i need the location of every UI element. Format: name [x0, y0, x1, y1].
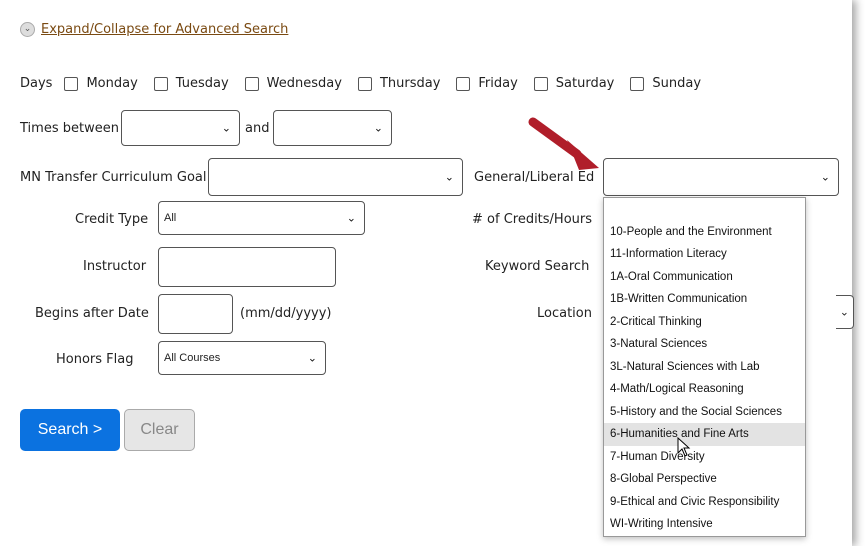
days-label: Days — [20, 76, 53, 91]
saturday-label: Saturday — [555, 76, 615, 91]
day-sunday[interactable]: Sunday — [630, 76, 701, 91]
dropdown-option[interactable]: 2-Critical Thinking — [604, 311, 805, 334]
mouse-cursor-icon — [677, 437, 691, 457]
dropdown-option[interactable]: 3L-Natural Sciences with Lab — [604, 356, 805, 379]
dropdown-option[interactable]: WI-Writing Intensive — [604, 513, 805, 536]
credit-type-label: Credit Type — [75, 212, 149, 227]
monday-checkbox[interactable] — [64, 76, 79, 91]
advanced-search-link[interactable]: Expand/Collapse for Advanced Search — [41, 22, 288, 37]
honors-flag-value: All Courses — [164, 352, 221, 364]
dropdown-option[interactable]: 9-Ethical and Civic Responsibility — [604, 491, 805, 514]
and-label: and — [245, 121, 270, 136]
credits-hours-label: # of Credits/Hours — [472, 212, 593, 227]
chevron-down-icon: ⌄ — [820, 171, 830, 184]
instructor-label: Instructor — [83, 259, 147, 274]
search-button[interactable]: Search > — [20, 409, 120, 451]
credit-type-select[interactable]: All ⌄ — [158, 201, 365, 235]
day-monday[interactable]: Monday — [64, 76, 138, 91]
honors-flag-select[interactable]: All Courses ⌄ — [158, 341, 326, 375]
day-friday[interactable]: Friday — [456, 76, 518, 91]
chevron-down-icon: ⌄ — [307, 352, 317, 365]
dropdown-option-highlighted[interactable]: 6-Humanities and Fine Arts — [604, 423, 805, 446]
tuesday-checkbox[interactable] — [153, 76, 168, 91]
monday-label: Monday — [86, 76, 138, 91]
dropdown-option[interactable]: 4-Math/Logical Reasoning — [604, 378, 805, 401]
time-start-select[interactable]: ⌄ — [121, 110, 240, 146]
friday-label: Friday — [478, 76, 518, 91]
dropdown-option[interactable]: 10-People and the Environment — [604, 221, 805, 244]
day-thursday[interactable]: Thursday — [357, 76, 441, 91]
dropdown-option[interactable]: 1B-Written Communication — [604, 288, 805, 311]
chevron-down-icon: ⌄ — [444, 171, 454, 184]
times-between-label: Times between — [20, 121, 119, 136]
wednesday-checkbox[interactable] — [244, 76, 259, 91]
mn-transfer-label: MN Transfer Curriculum Goal — [20, 170, 207, 185]
thursday-label: Thursday — [379, 76, 441, 91]
dropdown-option[interactable]: 8-Global Perspective — [604, 468, 805, 491]
honors-flag-label: Honors Flag — [56, 352, 134, 367]
day-wednesday[interactable]: Wednesday — [244, 76, 342, 91]
dropdown-option[interactable]: 11-Information Literacy — [604, 243, 805, 266]
dropdown-option[interactable]: 3-Natural Sciences — [604, 333, 805, 356]
gen-lib-ed-dropdown-list: 10-People and the Environment 11-Informa… — [603, 197, 806, 537]
annotation-arrow-icon — [528, 117, 599, 170]
saturday-checkbox[interactable] — [533, 76, 548, 91]
day-saturday[interactable]: Saturday — [533, 76, 615, 91]
dropdown-option[interactable]: 1A-Oral Communication — [604, 266, 805, 289]
chevron-down-icon: ⌄ — [839, 305, 849, 319]
clear-button[interactable]: Clear — [124, 409, 195, 451]
chevron-down-icon[interactable]: ⌄ — [20, 22, 35, 37]
dropdown-option[interactable] — [604, 198, 805, 221]
time-end-select[interactable]: ⌄ — [273, 110, 392, 146]
days-row: Days Monday Tuesday Wednesday Thursday F… — [20, 76, 717, 91]
thursday-checkbox[interactable] — [357, 76, 372, 91]
friday-checkbox[interactable] — [456, 76, 471, 91]
location-label: Location — [537, 306, 592, 321]
sunday-checkbox[interactable] — [630, 76, 645, 91]
credit-type-value: All — [164, 212, 177, 224]
search-form-panel: ⌄ Expand/Collapse for Advanced Search Da… — [0, 0, 854, 546]
tuesday-label: Tuesday — [175, 76, 229, 91]
location-select[interactable]: ⌄ — [836, 295, 854, 329]
date-format-hint: (mm/dd/yyyy) — [240, 306, 332, 321]
instructor-input[interactable] — [158, 247, 336, 287]
keyword-search-label: Keyword Search — [485, 259, 590, 274]
begins-after-label: Begins after Date — [35, 306, 149, 321]
wednesday-label: Wednesday — [266, 76, 342, 91]
dropdown-option[interactable]: 5-History and the Social Sciences — [604, 401, 805, 424]
chevron-down-icon: ⌄ — [221, 122, 231, 135]
dropdown-option[interactable]: 7-Human Diversity — [604, 446, 805, 469]
chevron-down-icon: ⌄ — [346, 212, 356, 225]
chevron-down-icon: ⌄ — [373, 122, 383, 135]
mn-transfer-select[interactable]: ⌄ — [208, 158, 463, 196]
day-tuesday[interactable]: Tuesday — [153, 76, 229, 91]
advanced-search-toggle[interactable]: ⌄ Expand/Collapse for Advanced Search — [20, 22, 288, 37]
sunday-label: Sunday — [652, 76, 702, 91]
begins-after-input[interactable] — [158, 294, 233, 334]
gen-lib-ed-select[interactable]: ⌄ — [603, 158, 839, 196]
